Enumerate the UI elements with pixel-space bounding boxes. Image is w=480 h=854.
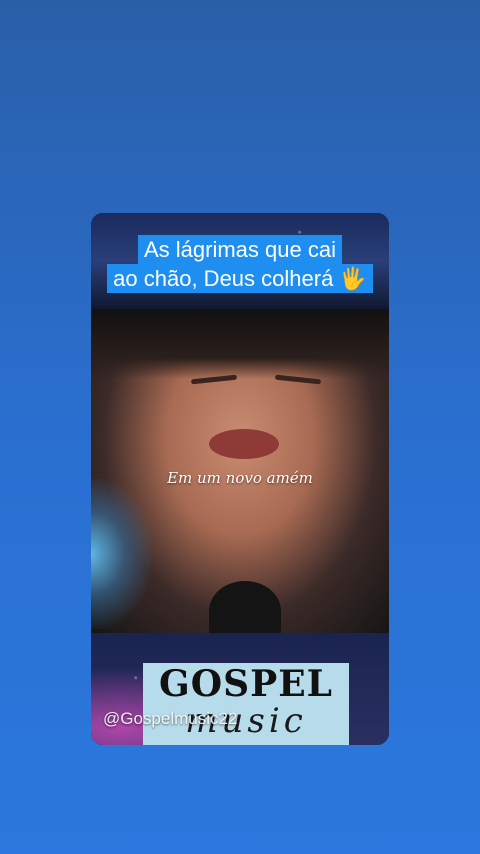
account-watermark: @Gospelmusic22	[103, 709, 238, 728]
singer-mouth	[209, 429, 279, 459]
lyric-subtitle: Em um novo amém	[167, 469, 313, 487]
galaxy-background-bottom: GOSPEL music @Gospelmusic22	[91, 633, 389, 745]
left-eye	[190, 374, 238, 385]
microphone	[209, 581, 281, 641]
gospel-music-logo: GOSPEL music	[143, 663, 349, 745]
caption-line-1: As lágrimas que cai	[138, 235, 342, 264]
singer-hair	[91, 309, 389, 379]
right-eye	[274, 374, 322, 385]
video-post-card[interactable]: As lágrimas que cai ao chão, Deus colher…	[91, 213, 389, 745]
caption: As lágrimas que cai ao chão, Deus colher…	[91, 235, 389, 293]
caption-line-2: ao chão, Deus colherá 🖐️	[107, 264, 373, 293]
stage-light	[91, 479, 151, 629]
logo-main-text: GOSPEL	[159, 663, 333, 705]
video-frame[interactable]: Em um novo amém	[91, 309, 389, 641]
singer-eyes	[190, 374, 322, 389]
